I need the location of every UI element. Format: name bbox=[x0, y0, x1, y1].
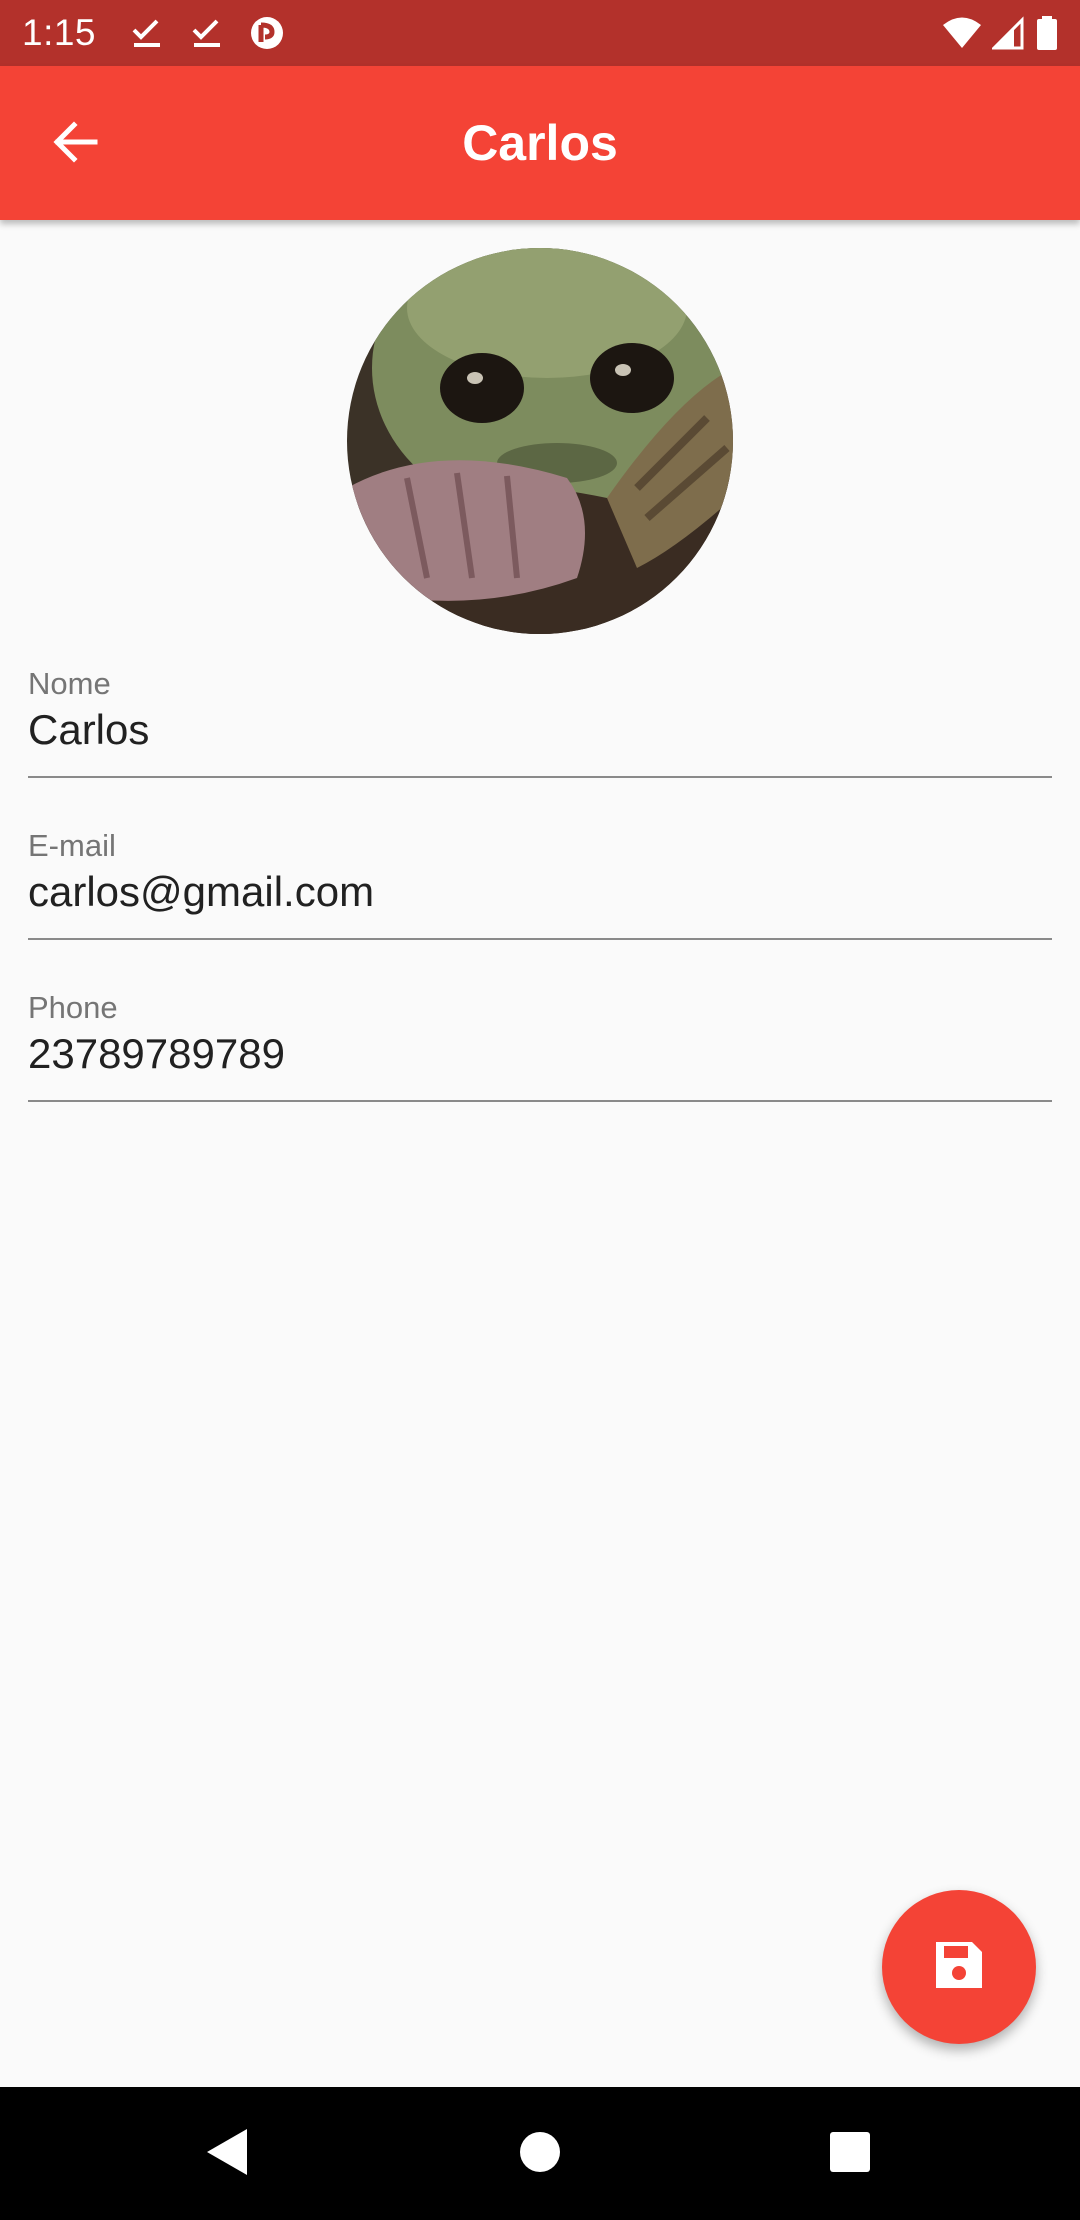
page-title: Carlos bbox=[462, 115, 618, 171]
system-nav-bar bbox=[0, 2087, 1080, 2220]
email-field[interactable]: E-mail carlos@gmail.com bbox=[28, 828, 1052, 940]
name-input[interactable]: Carlos bbox=[28, 706, 1052, 754]
status-bar: 1:15 bbox=[0, 0, 1080, 66]
status-system-icons bbox=[942, 16, 1058, 50]
recents-square-icon bbox=[829, 2131, 871, 2178]
email-label: E-mail bbox=[28, 828, 116, 863]
back-button[interactable] bbox=[40, 109, 110, 179]
save-icon bbox=[932, 1938, 986, 1997]
phone-label: Phone bbox=[28, 990, 118, 1025]
email-input[interactable]: carlos@gmail.com bbox=[28, 868, 1052, 916]
avatar-image bbox=[347, 248, 733, 634]
arrow-back-icon bbox=[50, 117, 100, 172]
status-time: 1:15 bbox=[22, 12, 97, 53]
battery-icon bbox=[1036, 16, 1058, 50]
phone-input[interactable]: 23789789789 bbox=[28, 1030, 1052, 1078]
name-label: Nome bbox=[28, 666, 111, 701]
status-notification-icons bbox=[130, 16, 284, 50]
cell-signal-icon bbox=[990, 16, 1026, 50]
back-triangle-icon bbox=[203, 2127, 249, 2182]
nav-home-button[interactable] bbox=[509, 2123, 571, 2185]
app-bar: Carlos bbox=[0, 66, 1080, 220]
save-button[interactable] bbox=[882, 1890, 1036, 2044]
nav-back-button[interactable] bbox=[195, 2123, 257, 2185]
contact-edit-screen: 1:15 Carlos Nome Carlos E-mail carlos@gm… bbox=[0, 0, 1080, 2220]
nav-recents-button[interactable] bbox=[819, 2123, 881, 2185]
name-field[interactable]: Nome Carlos bbox=[28, 666, 1052, 778]
wifi-icon bbox=[942, 16, 982, 50]
contact-avatar[interactable] bbox=[347, 248, 733, 634]
download-done-icon bbox=[190, 16, 224, 50]
home-circle-icon bbox=[518, 2130, 562, 2179]
app-notification-icon bbox=[250, 16, 284, 50]
phone-field[interactable]: Phone 23789789789 bbox=[28, 990, 1052, 1102]
download-done-icon bbox=[130, 16, 164, 50]
